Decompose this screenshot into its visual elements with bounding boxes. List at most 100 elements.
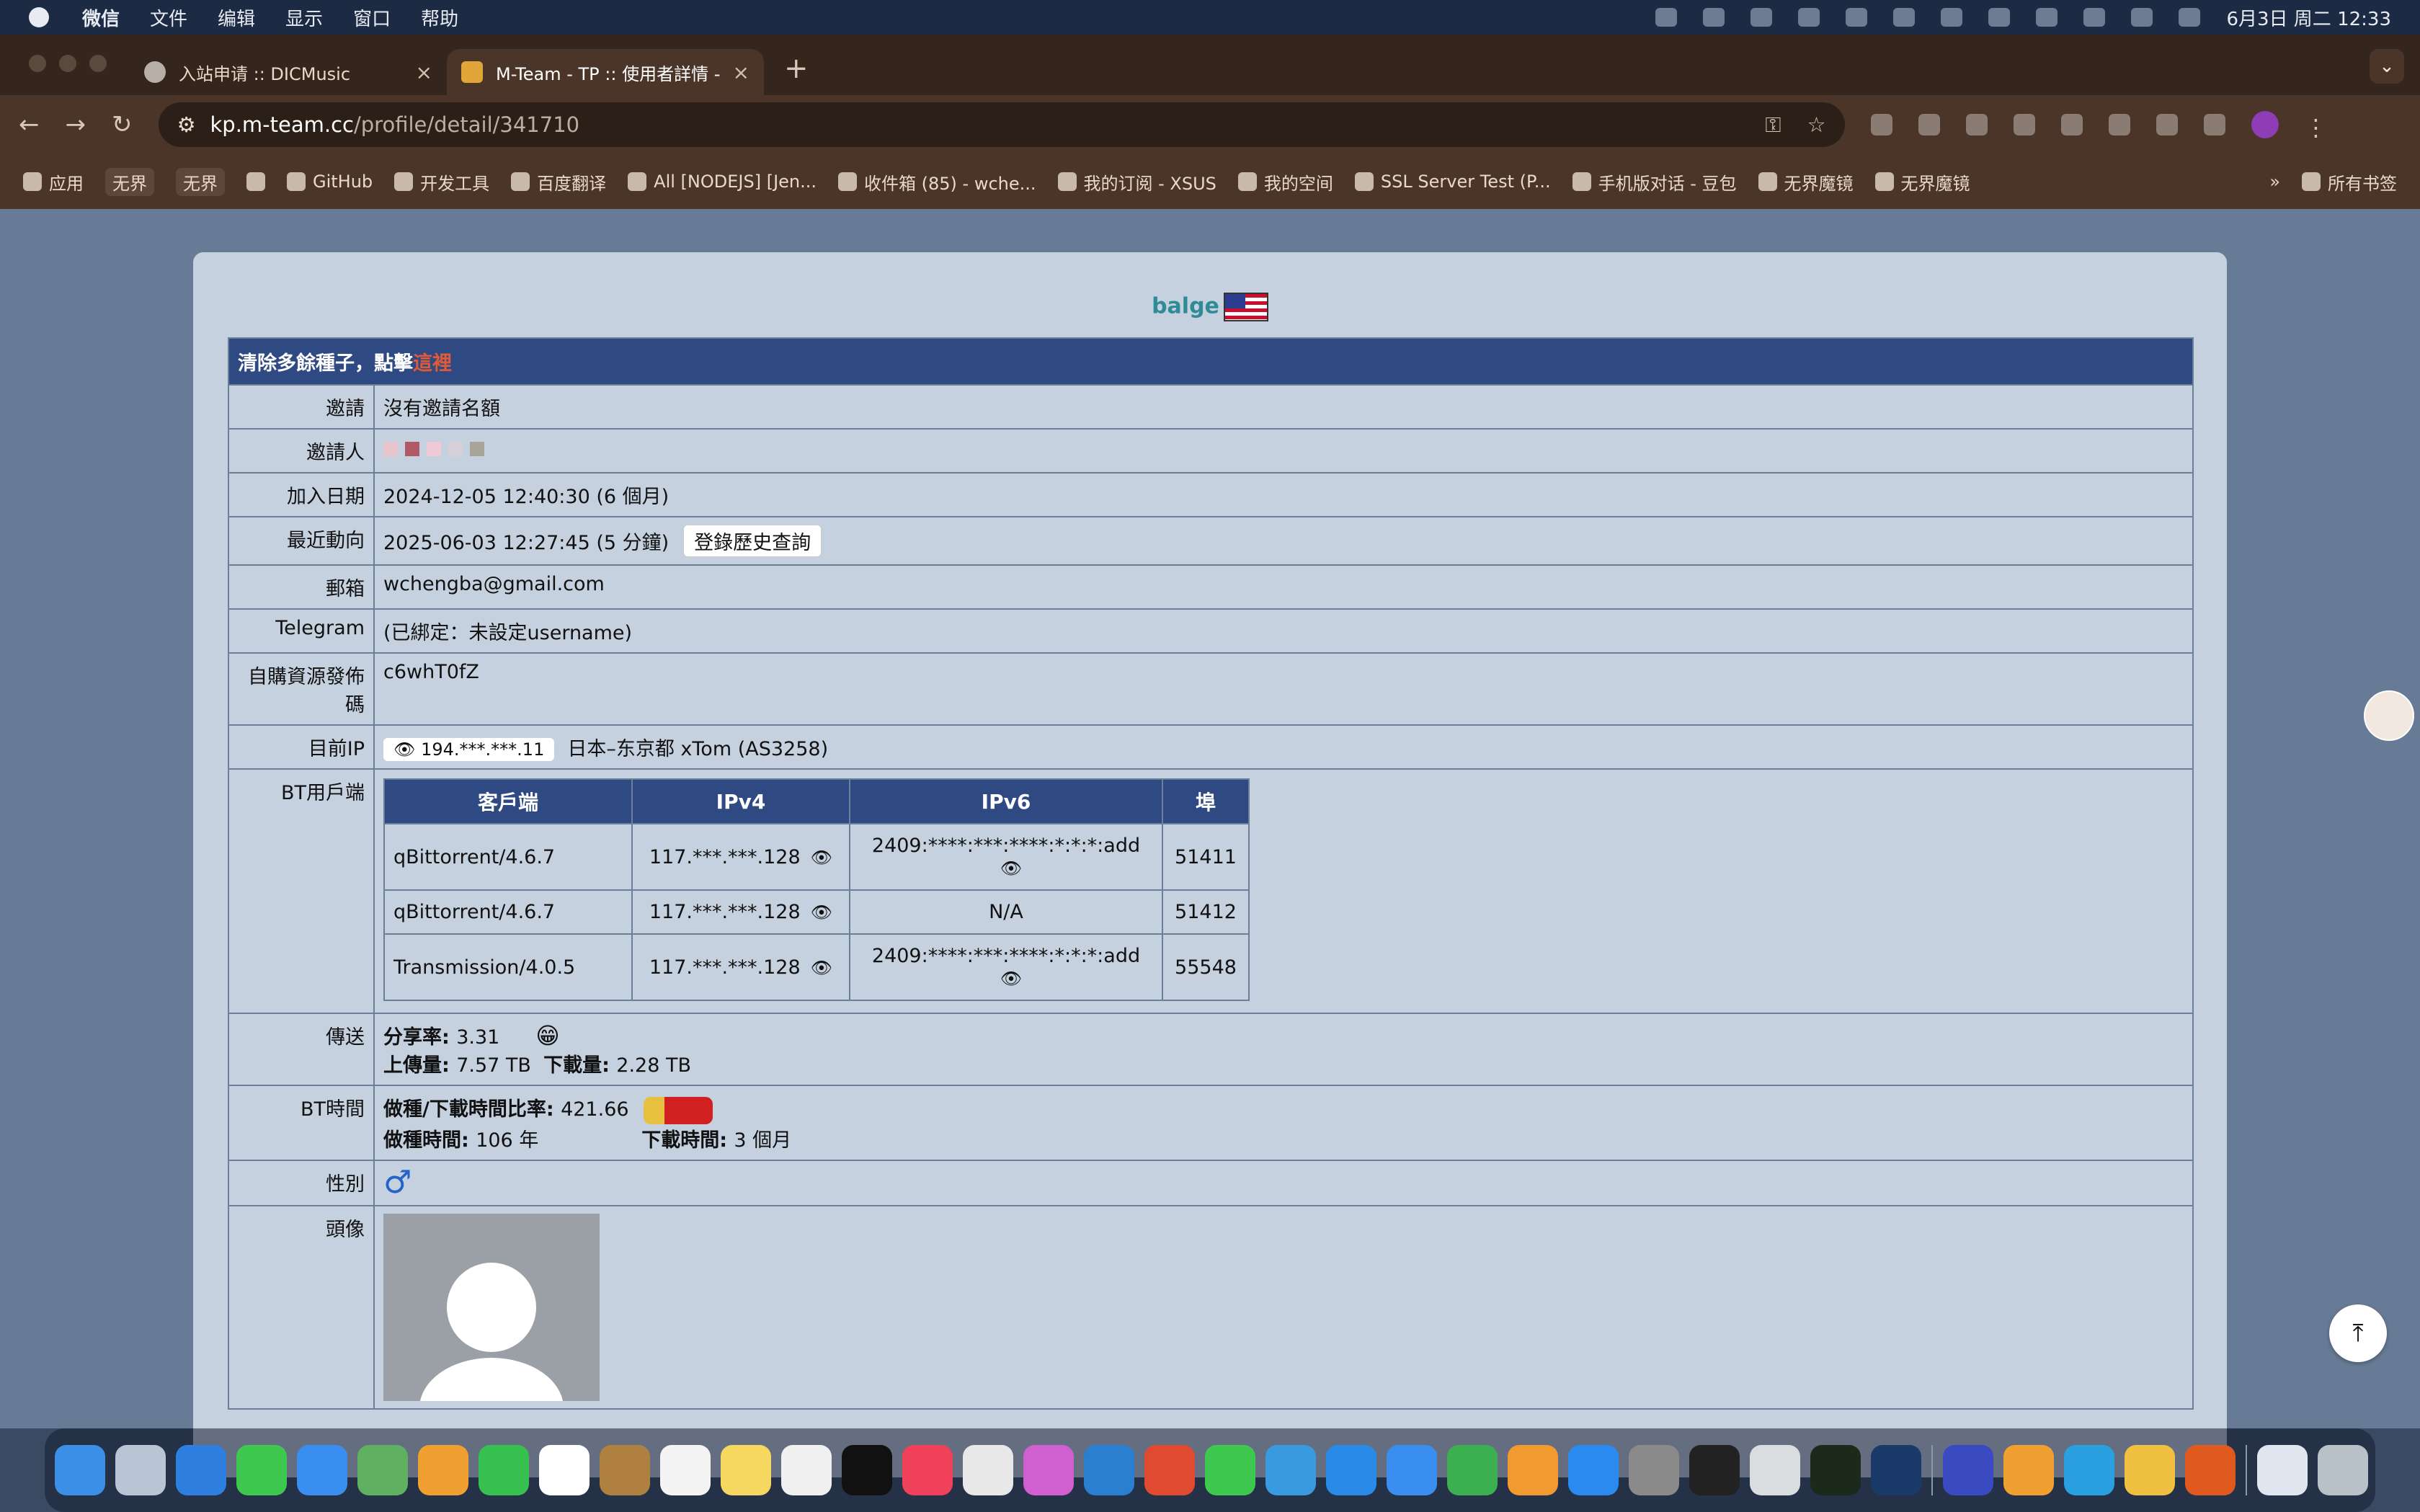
status-icon[interactable]	[1751, 8, 1773, 27]
forward-icon[interactable]: →	[66, 110, 86, 139]
apple-tv-icon[interactable]	[842, 1445, 892, 1495]
app-icon[interactable]	[1023, 1445, 1074, 1495]
vscode-icon[interactable]	[1084, 1445, 1134, 1495]
chrome-icon[interactable]	[963, 1445, 1013, 1495]
tab-mteam[interactable]: M-Team - TP :: 使用者詳情 - P ×	[447, 49, 764, 95]
bookmark-item[interactable]: 无界魔镜	[1874, 169, 1970, 195]
launchpad-icon[interactable]	[115, 1445, 166, 1495]
extension-icon[interactable]	[2156, 114, 2178, 135]
cleanup-link[interactable]: 這裡	[413, 352, 452, 375]
bookmark-apps[interactable]: 应用	[23, 169, 84, 195]
status-icon[interactable]	[1655, 8, 1678, 27]
messages-icon[interactable]	[236, 1445, 287, 1495]
status-icon[interactable]	[1846, 8, 1868, 27]
minimize-window-icon[interactable]	[59, 55, 76, 72]
extension-icon[interactable]	[1918, 114, 1940, 135]
input-method-icon[interactable]	[2036, 8, 2058, 27]
bluetooth-icon[interactable]	[1893, 8, 1916, 27]
apple-icon[interactable]	[29, 7, 49, 27]
eye-icon[interactable]: 👁	[811, 848, 832, 868]
downloads-folder-icon[interactable]	[2257, 1445, 2308, 1495]
extension-icon[interactable]	[2108, 114, 2130, 135]
eye-icon[interactable]: 👁	[811, 902, 832, 922]
maps-icon[interactable]	[357, 1445, 408, 1495]
back-icon[interactable]: ←	[19, 110, 40, 139]
photos-icon[interactable]	[418, 1445, 468, 1495]
reload-icon[interactable]: ↻	[112, 110, 133, 139]
eye-icon[interactable]: 👁	[811, 958, 832, 978]
extension-icon[interactable]	[1965, 114, 1988, 135]
notes-icon[interactable]	[721, 1445, 771, 1495]
app-icon[interactable]	[1326, 1445, 1376, 1495]
pages-icon[interactable]	[1508, 1445, 1558, 1495]
app-icon[interactable]	[1871, 1445, 1921, 1495]
menu-help[interactable]: 帮助	[421, 4, 458, 31]
login-history-button[interactable]: 登錄歷史查詢	[683, 525, 822, 557]
bookmark-item[interactable]: 无界	[105, 167, 154, 196]
app-icon[interactable]	[1144, 1445, 1195, 1495]
username-link[interactable]: balge	[1152, 294, 1219, 319]
bookmarks-overflow-icon[interactable]: »	[2269, 172, 2280, 192]
app-store-icon[interactable]	[1568, 1445, 1619, 1495]
close-window-icon[interactable]	[29, 55, 46, 72]
app-icon[interactable]	[2003, 1445, 2054, 1495]
key-icon[interactable]: ⚿	[1765, 112, 1781, 138]
app-icon[interactable]	[1750, 1445, 1800, 1495]
tab-search-chevron-icon[interactable]: ⌄	[2370, 49, 2404, 84]
reminders-icon[interactable]	[660, 1445, 711, 1495]
firefox-icon[interactable]	[2185, 1445, 2236, 1495]
bookmark-item[interactable]: 无界	[176, 167, 225, 196]
site-info-icon[interactable]: ⚙	[177, 112, 196, 137]
freeform-icon[interactable]	[781, 1445, 832, 1495]
new-tab-icon[interactable]: +	[784, 52, 809, 85]
eye-icon[interactable]: 👁	[1000, 969, 1022, 989]
clock[interactable]: 6月3日 周二 12:33	[2226, 4, 2391, 31]
siri-icon[interactable]	[2179, 8, 2201, 27]
terminal-icon[interactable]	[1689, 1445, 1740, 1495]
music-icon[interactable]	[902, 1445, 953, 1495]
app-icon[interactable]	[1265, 1445, 1316, 1495]
finder-icon[interactable]	[55, 1445, 105, 1495]
control-center-icon[interactable]	[2131, 8, 2153, 27]
menu-file[interactable]: 文件	[150, 4, 187, 31]
keynote-icon[interactable]	[1387, 1445, 1437, 1495]
extension-icon[interactable]	[2013, 114, 2035, 135]
tab-dicmusic[interactable]: 入站申请 :: DICMusic ×	[130, 49, 447, 95]
address-bar[interactable]: ⚙ kp.m-team.cc/profile/detail/341710 ⚿ ☆	[158, 102, 1845, 147]
eye-icon[interactable]: 👁	[1000, 858, 1022, 879]
bookmark-item[interactable]: All [NODEJS] [Jen...	[628, 172, 817, 192]
menu-window[interactable]: 窗口	[353, 4, 391, 31]
extension-icon[interactable]	[1870, 114, 1892, 135]
puzzle-icon[interactable]	[2203, 114, 2225, 135]
app-icon[interactable]	[2125, 1445, 2175, 1495]
profile-avatar[interactable]	[2251, 111, 2279, 138]
ip-reveal-button[interactable]: 👁 194.***.***.11	[383, 738, 555, 761]
spotlight-icon[interactable]	[2083, 8, 2106, 27]
wifi-icon[interactable]	[1988, 8, 2011, 27]
bookmark-item[interactable]: 无界魔镜	[1758, 169, 1854, 195]
all-bookmarks[interactable]: 所有书签	[2302, 169, 2397, 195]
app-icon[interactable]	[1943, 1445, 1993, 1495]
zoom-window-icon[interactable]	[89, 55, 107, 72]
wechat-dock-icon[interactable]	[1205, 1445, 1255, 1495]
bookmark-item[interactable]: 手机版对话 - 豆包	[1572, 169, 1737, 195]
menu-edit[interactable]: 编辑	[218, 4, 255, 31]
contacts-icon[interactable]	[600, 1445, 650, 1495]
system-settings-icon[interactable]	[1629, 1445, 1679, 1495]
telegram-icon[interactable]	[2064, 1445, 2114, 1495]
menu-view[interactable]: 显示	[285, 4, 323, 31]
bookmark-item[interactable]: GitHub	[287, 172, 373, 192]
bookmark-item[interactable]: 收件箱 (85) - wche...	[838, 169, 1036, 195]
menu-app[interactable]: 微信	[82, 4, 120, 31]
close-icon[interactable]: ×	[733, 61, 749, 84]
bookmark-item[interactable]: 我的空间	[1237, 169, 1333, 195]
back-to-top-icon[interactable]: ⤒	[2329, 1304, 2387, 1362]
activity-monitor-icon[interactable]	[1810, 1445, 1861, 1495]
floating-assistant-avatar[interactable]	[2364, 690, 2414, 741]
bookmark-star-icon[interactable]: ☆	[1807, 112, 1826, 138]
bookmark-grid[interactable]	[246, 172, 265, 191]
mail-icon[interactable]	[297, 1445, 347, 1495]
wechat-icon[interactable]	[1798, 8, 1820, 27]
status-icon[interactable]	[1703, 8, 1725, 27]
facetime-icon[interactable]	[479, 1445, 529, 1495]
